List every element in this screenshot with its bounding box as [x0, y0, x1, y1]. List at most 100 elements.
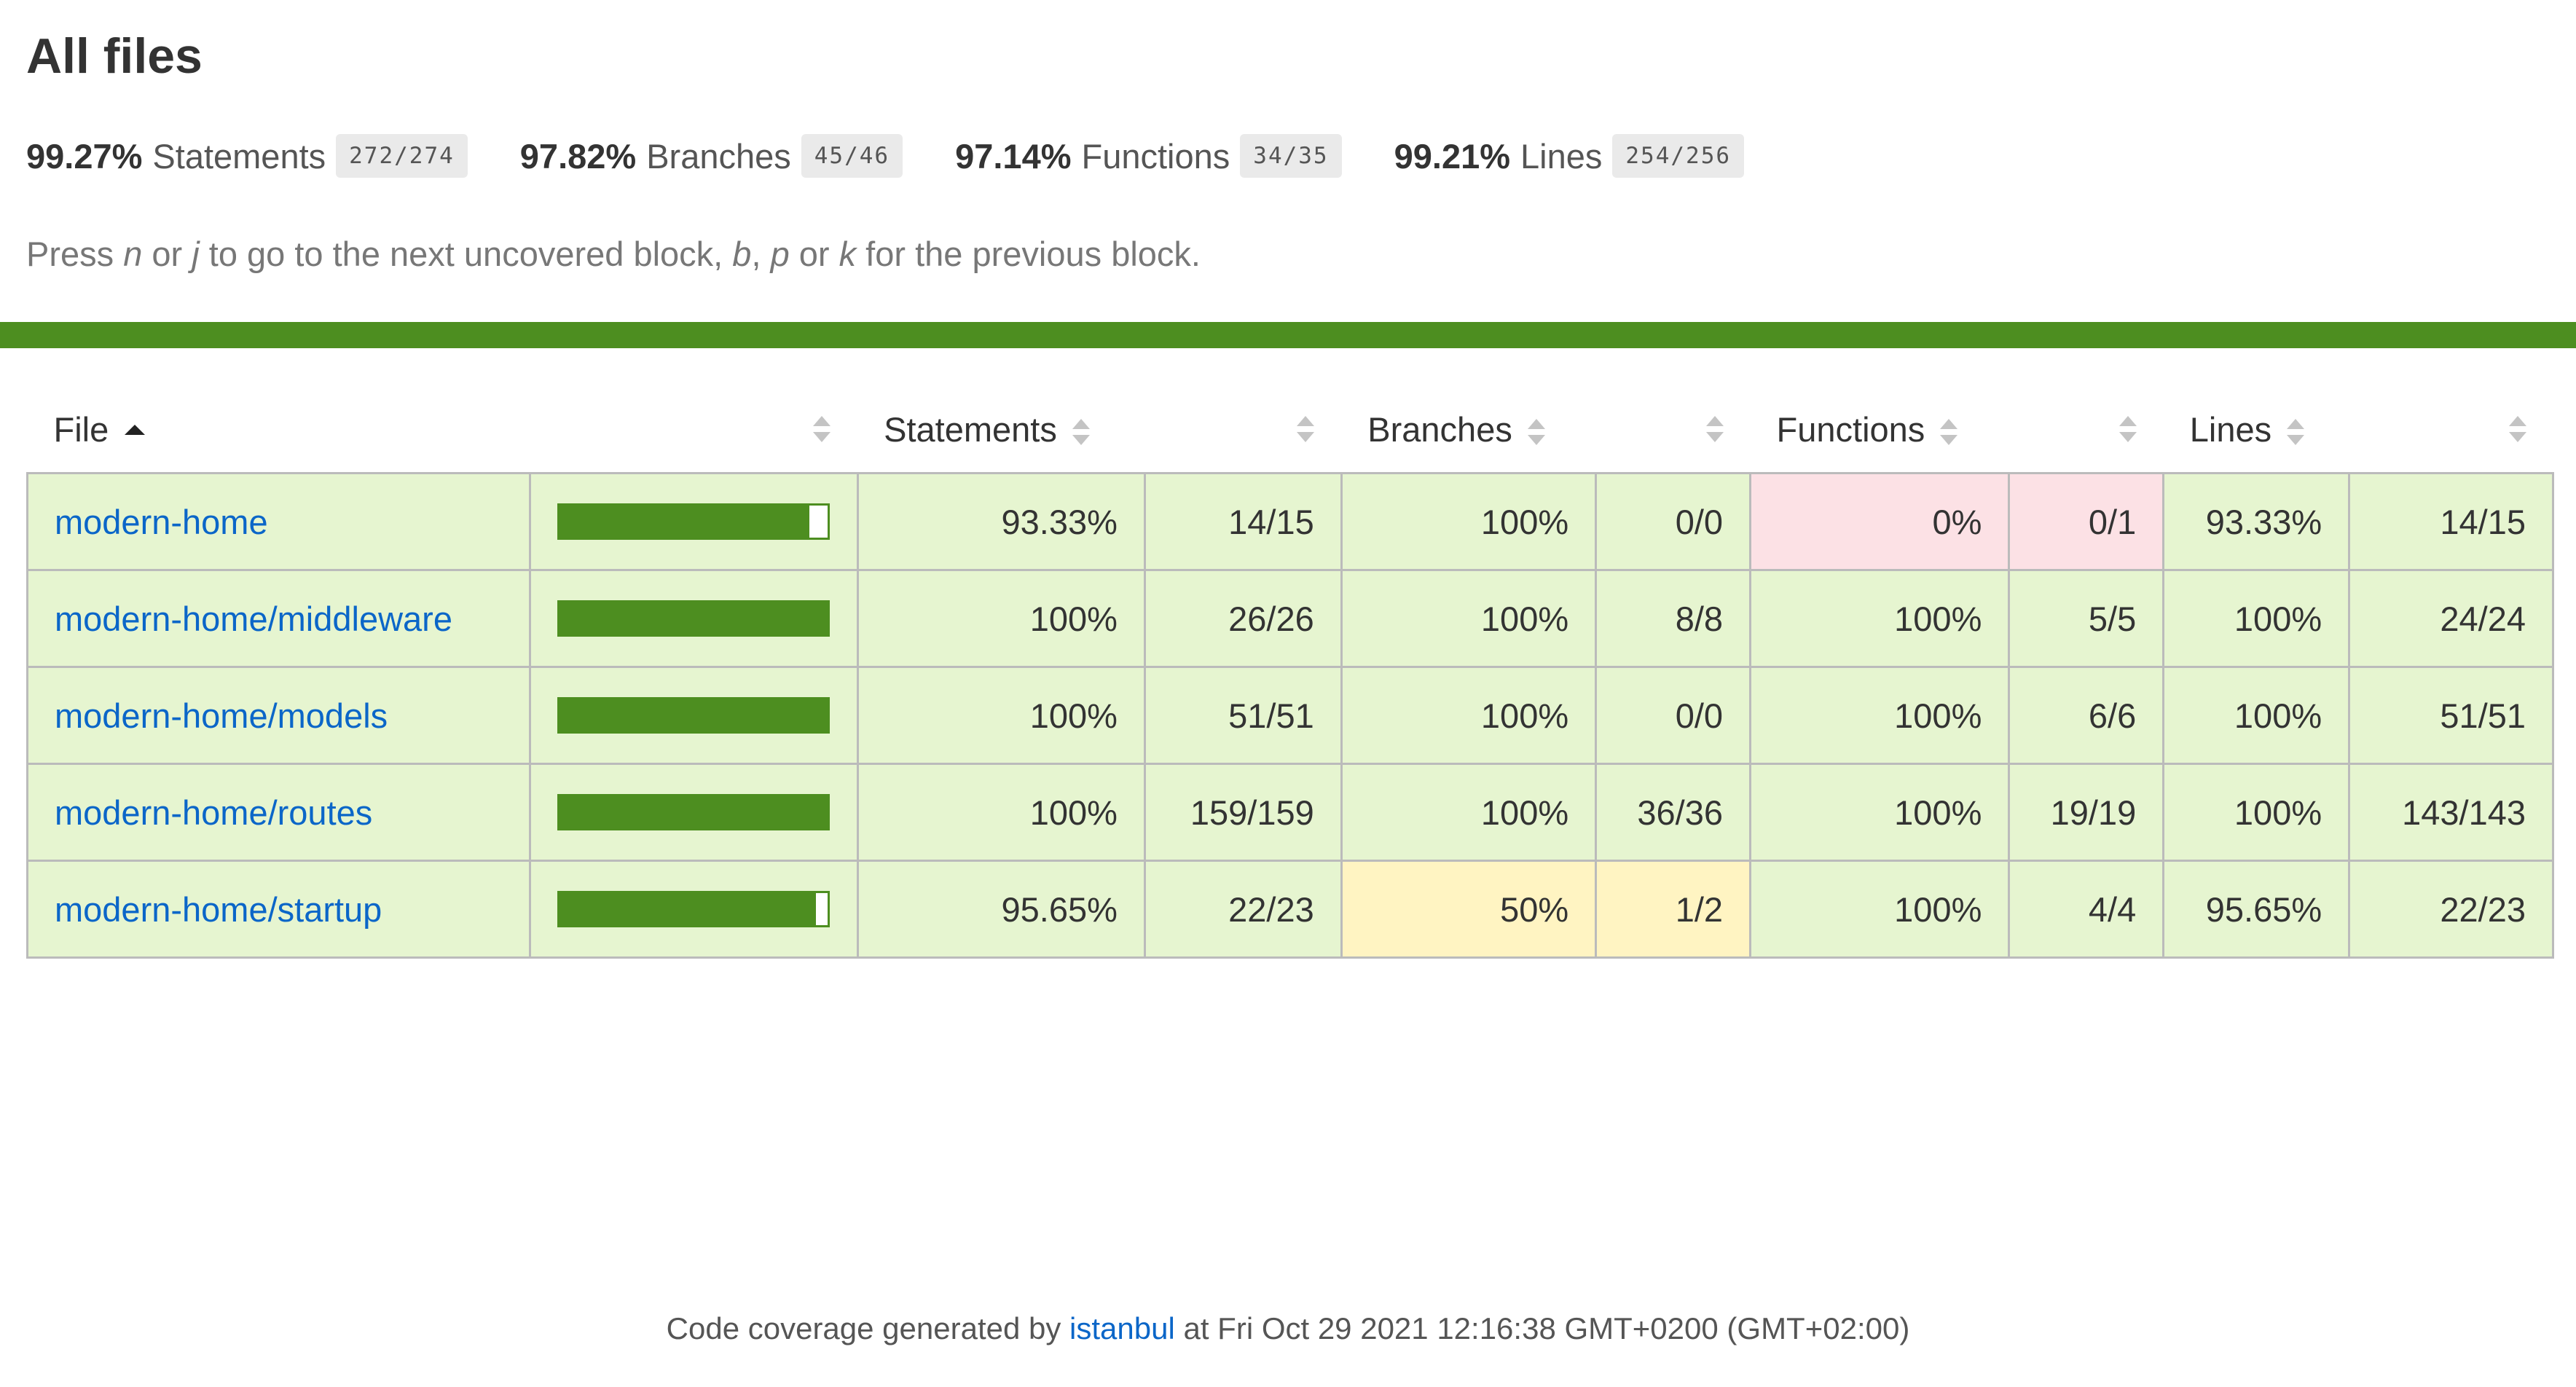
branches-column-header[interactable]: Branches	[1341, 386, 1596, 474]
functions-raw-column-header[interactable]	[2008, 386, 2164, 474]
table-row: modern-home/models 100% 51/51 100% 0/0 1…	[26, 666, 2554, 765]
branches-percent: 100%	[1340, 569, 1598, 668]
file-link[interactable]: modern-home/models	[55, 696, 388, 735]
coverage-bar-cell	[528, 472, 859, 571]
coverage-summary: 99.27% Statements 272/274 97.82% Branche…	[26, 130, 2547, 182]
coverage-bar-cell	[528, 860, 859, 959]
hint-text: to go to the next uncovered block,	[199, 235, 733, 273]
sort-ascending-icon	[125, 425, 146, 436]
report-header: All files 99.27% Statements 272/274 97.8…	[26, 25, 2547, 280]
statements-percent: 93.33%	[856, 472, 1146, 571]
coverage-bar-fill	[559, 506, 810, 538]
functions-fraction: 6/6	[2008, 666, 2165, 765]
lines-fraction: 51/51	[2348, 666, 2554, 765]
coverage-bar	[557, 794, 830, 830]
statements-raw-column-header[interactable]	[1144, 386, 1342, 474]
summary-fraction-badge: 254/256	[1612, 134, 1745, 178]
lines-header-label: Lines	[2189, 409, 2272, 449]
summary-label: Lines	[1520, 136, 1603, 176]
statements-fraction: 14/15	[1143, 472, 1343, 571]
statements-percent: 100%	[856, 666, 1146, 765]
statements-header-label: Statements	[884, 409, 1057, 449]
summary-fraction-badge: 272/274	[336, 134, 468, 178]
lines-percent: 100%	[2162, 763, 2351, 862]
functions-fraction: 5/5	[2008, 569, 2165, 668]
file-link[interactable]: modern-home/middleware	[55, 600, 452, 638]
branches-percent: 50%	[1340, 860, 1598, 959]
coverage-bar-cell	[528, 666, 859, 765]
file-cell: modern-home	[26, 472, 531, 571]
branches-raw-column-header[interactable]	[1595, 386, 1751, 474]
branches-percent: 100%	[1340, 472, 1598, 571]
hint-text: Press	[26, 235, 124, 273]
table-row: modern-home/routes 100% 159/159 100% 36/…	[26, 763, 2554, 862]
branches-header-label: Branches	[1367, 409, 1512, 449]
lines-fraction: 143/143	[2348, 763, 2554, 862]
coverage-report-page: All files 99.27% Statements 272/274 97.8…	[0, 0, 2576, 1387]
functions-fraction: 0/1	[2008, 472, 2165, 571]
functions-percent: 0%	[1749, 472, 2011, 571]
hint-text: for the previous block.	[856, 235, 1201, 273]
summary-lines: 99.21% Lines 254/256	[1394, 134, 1745, 178]
lines-column-header[interactable]: Lines	[2163, 386, 2349, 474]
statements-column-header[interactable]: Statements	[857, 386, 1145, 474]
sort-icon	[2286, 417, 2305, 447]
file-cell: modern-home/middleware	[26, 569, 531, 668]
file-header-label: File	[53, 409, 109, 449]
sort-icon	[1939, 417, 1958, 447]
hint-key: j	[192, 235, 200, 273]
summary-statements: 99.27% Statements 272/274	[26, 134, 468, 178]
file-link[interactable]: modern-home	[55, 503, 268, 541]
summary-branches: 97.82% Branches 45/46	[520, 134, 903, 178]
file-link[interactable]: modern-home/routes	[55, 793, 372, 832]
footer-timestamp: at Fri Oct 29 2021 12:16:38 GMT+0200 (GM…	[1174, 1311, 1910, 1345]
branches-fraction: 1/2	[1595, 860, 1752, 959]
hint-text: ,	[751, 235, 771, 273]
table-row: modern-home 93.33% 14/15 100% 0/0 0% 0/1…	[26, 472, 2554, 571]
hint-key: n	[123, 235, 143, 273]
summary-fraction-badge: 45/46	[801, 134, 903, 178]
statements-percent: 95.65%	[856, 860, 1146, 959]
functions-column-header[interactable]: Functions	[1750, 386, 2009, 474]
sort-icon	[2508, 414, 2527, 444]
file-cell: modern-home/models	[26, 666, 531, 765]
branches-fraction: 0/0	[1595, 666, 1752, 765]
sort-icon	[1296, 414, 1315, 444]
file-column-header[interactable]: File	[27, 386, 530, 474]
sort-icon	[1705, 414, 1724, 444]
page-title: All files	[26, 28, 203, 84]
file-bar-column-header[interactable]	[530, 386, 858, 474]
statements-fraction: 22/23	[1143, 860, 1343, 959]
lines-fraction: 22/23	[2348, 860, 2554, 959]
footer: Code coverage generated by istanbul at F…	[0, 1311, 2576, 1346]
lines-percent: 100%	[2162, 569, 2351, 668]
branches-percent: 100%	[1340, 666, 1598, 765]
functions-percent: 100%	[1749, 763, 2011, 862]
hint-text: or	[142, 235, 192, 273]
table-row: modern-home/middleware 100% 26/26 100% 8…	[26, 569, 2554, 668]
coverage-bar	[557, 503, 830, 540]
lines-percent: 95.65%	[2162, 860, 2351, 959]
coverage-bar-fill	[559, 602, 828, 634]
file-cell: modern-home/routes	[26, 763, 531, 862]
functions-percent: 100%	[1749, 666, 2011, 765]
hint-key: p	[770, 235, 790, 273]
functions-fraction: 4/4	[2008, 860, 2165, 959]
hint-key: k	[839, 235, 857, 273]
summary-label: Branches	[646, 136, 791, 176]
lines-raw-column-header[interactable]	[2349, 386, 2553, 474]
coverage-bar	[557, 891, 830, 927]
sort-icon	[2118, 414, 2137, 444]
file-link[interactable]: modern-home/startup	[55, 890, 382, 929]
branches-fraction: 8/8	[1595, 569, 1752, 668]
sort-icon	[1527, 417, 1546, 447]
branches-fraction: 0/0	[1595, 472, 1752, 571]
functions-percent: 100%	[1749, 860, 2011, 959]
coverage-status-bar	[0, 322, 2576, 348]
summary-fraction-badge: 34/35	[1240, 134, 1342, 178]
table-header-row: File Statements Branches Functions Lines	[27, 386, 2553, 474]
istanbul-link[interactable]: istanbul	[1069, 1311, 1175, 1345]
branches-percent: 100%	[1340, 763, 1598, 862]
coverage-bar-cell	[528, 569, 859, 668]
coverage-table: File Statements Branches Functions Lines…	[26, 386, 2554, 959]
